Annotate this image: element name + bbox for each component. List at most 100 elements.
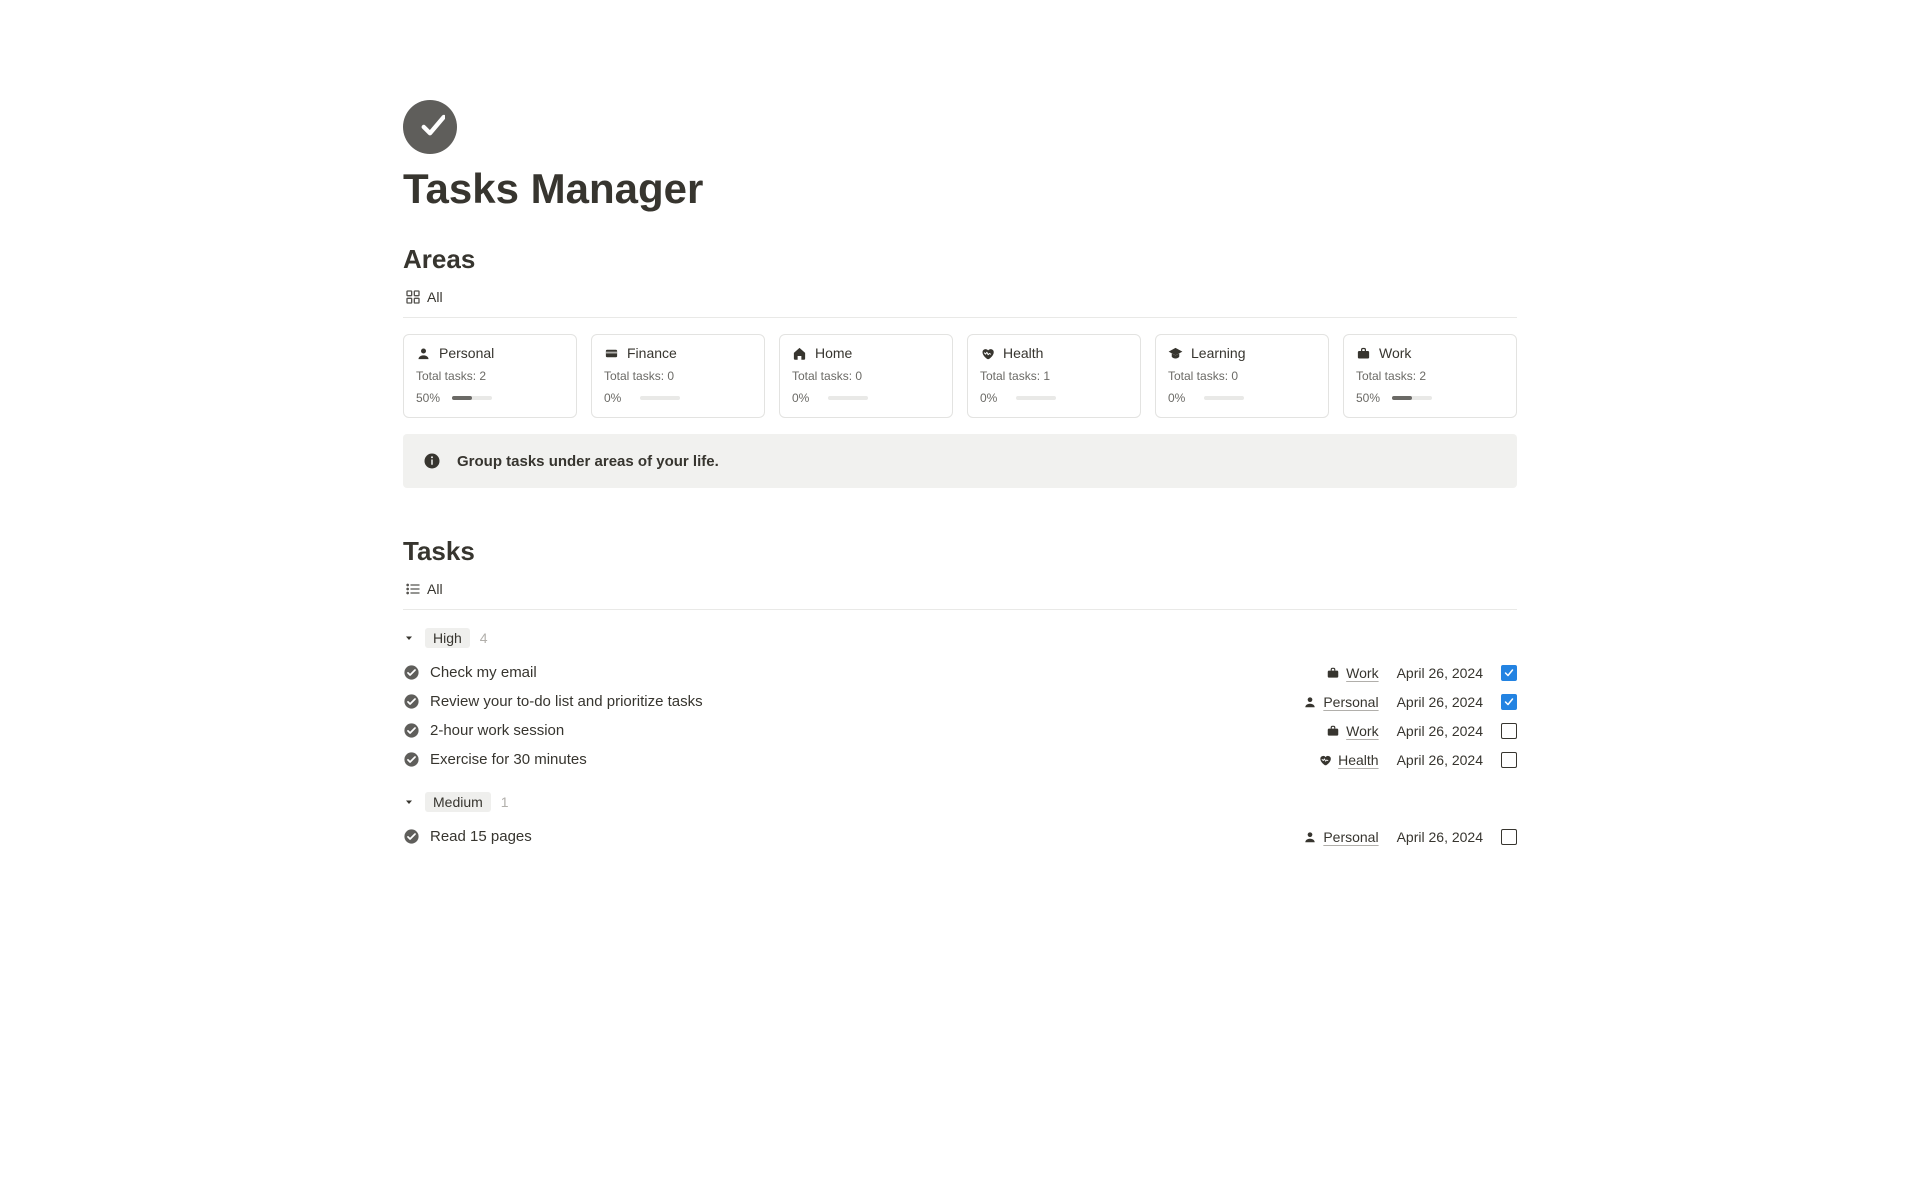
area-card-percent: 50% — [1356, 391, 1384, 405]
task-area-label: Personal — [1323, 829, 1378, 845]
area-card-name: Learning — [1191, 345, 1246, 361]
triangle-down-icon — [403, 796, 415, 808]
task-title[interactable]: Review your to-do list and prioritize ta… — [430, 693, 703, 710]
group-toggle[interactable] — [403, 796, 415, 808]
tasks-heading: Tasks — [403, 536, 1517, 567]
brief-icon — [1356, 346, 1371, 361]
area-card-percent: 0% — [604, 391, 632, 405]
area-card[interactable]: Finance Total tasks: 0 0% — [591, 334, 765, 418]
task-date: April 26, 2024 — [1397, 829, 1483, 845]
area-card[interactable]: Work Total tasks: 2 50% — [1343, 334, 1517, 418]
person-icon — [1303, 830, 1317, 844]
group-name[interactable]: Medium — [425, 792, 491, 812]
area-card-total: Total tasks: 0 — [792, 369, 940, 383]
task-title[interactable]: Read 15 pages — [430, 828, 532, 845]
person-icon — [1303, 695, 1317, 709]
grad-icon — [1168, 346, 1183, 361]
area-card-name: Work — [1379, 345, 1411, 361]
task-area-label: Work — [1346, 723, 1378, 739]
task-area-label: Work — [1346, 665, 1378, 681]
task-date: April 26, 2024 — [1397, 694, 1483, 710]
group-name[interactable]: High — [425, 628, 470, 648]
group-toggle[interactable] — [403, 632, 415, 644]
task-row: Read 15 pages Personal April 26, 2024 — [403, 822, 1517, 851]
task-date: April 26, 2024 — [1397, 665, 1483, 681]
task-date: April 26, 2024 — [1397, 723, 1483, 739]
tasks-view-tabs: All — [403, 577, 1517, 610]
area-card-total: Total tasks: 0 — [604, 369, 752, 383]
check-circle-icon — [403, 722, 420, 739]
triangle-down-icon — [403, 632, 415, 644]
tasks-view-tab-label: All — [427, 581, 443, 597]
progress-bar — [452, 396, 492, 400]
task-checkbox[interactable] — [1501, 694, 1517, 710]
check-circle-icon — [403, 664, 420, 681]
task-checkbox[interactable] — [1501, 723, 1517, 739]
areas-view-all-tab[interactable]: All — [403, 285, 445, 309]
areas-view-tabs: All — [403, 285, 1517, 318]
person-icon — [416, 346, 431, 361]
areas-callout: Group tasks under areas of your life. — [403, 434, 1517, 488]
task-area-label: Personal — [1323, 694, 1378, 710]
task-row: Check my email Work April 26, 2024 — [403, 658, 1517, 687]
card-icon — [604, 346, 619, 361]
areas-heading: Areas — [403, 244, 1517, 275]
area-card-percent: 0% — [792, 391, 820, 405]
group-count: 1 — [501, 794, 509, 810]
area-card-total: Total tasks: 2 — [1356, 369, 1504, 383]
task-title[interactable]: 2-hour work session — [430, 722, 564, 739]
group-count: 4 — [480, 630, 488, 646]
gallery-icon — [405, 289, 421, 305]
areas-view-tab-label: All — [427, 289, 443, 305]
callout-text: Group tasks under areas of your life. — [457, 453, 719, 470]
progress-bar — [640, 396, 680, 400]
check-circle-icon — [403, 828, 420, 845]
task-area-chip[interactable]: Personal — [1303, 829, 1378, 845]
area-card[interactable]: Health Total tasks: 1 0% — [967, 334, 1141, 418]
info-icon — [423, 452, 441, 470]
heart-icon — [980, 346, 995, 361]
area-card-percent: 50% — [416, 391, 444, 405]
area-card-name: Home — [815, 345, 852, 361]
page-title: Tasks Manager — [403, 164, 1517, 214]
area-card-percent: 0% — [1168, 391, 1196, 405]
brief-icon — [1326, 666, 1340, 680]
task-checkbox[interactable] — [1501, 829, 1517, 845]
page-icon — [403, 100, 457, 154]
task-title[interactable]: Check my email — [430, 664, 537, 681]
area-card-total: Total tasks: 2 — [416, 369, 564, 383]
home-icon — [792, 346, 807, 361]
area-card-name: Health — [1003, 345, 1043, 361]
area-card-percent: 0% — [980, 391, 1008, 405]
task-date: April 26, 2024 — [1397, 752, 1483, 768]
area-card[interactable]: Home Total tasks: 0 0% — [779, 334, 953, 418]
tasks-view-all-tab[interactable]: All — [403, 577, 445, 601]
task-area-chip[interactable]: Personal — [1303, 694, 1378, 710]
brief-icon — [1326, 724, 1340, 738]
task-area-chip[interactable]: Health — [1318, 752, 1378, 768]
progress-bar — [1392, 396, 1432, 400]
progress-bar — [1016, 396, 1056, 400]
check-circle-icon — [403, 751, 420, 768]
area-card[interactable]: Personal Total tasks: 2 50% — [403, 334, 577, 418]
task-row: Review your to-do list and prioritize ta… — [403, 687, 1517, 716]
area-card-name: Personal — [439, 345, 494, 361]
task-area-chip[interactable]: Work — [1326, 723, 1378, 739]
task-row: 2-hour work session Work April 26, 2024 — [403, 716, 1517, 745]
area-card-name: Finance — [627, 345, 677, 361]
task-checkbox[interactable] — [1501, 752, 1517, 768]
group-header: Medium 1 — [403, 792, 1517, 812]
area-card-total: Total tasks: 1 — [980, 369, 1128, 383]
area-card-total: Total tasks: 0 — [1168, 369, 1316, 383]
task-area-chip[interactable]: Work — [1326, 665, 1378, 681]
progress-bar — [828, 396, 868, 400]
group-header: High 4 — [403, 628, 1517, 648]
task-checkbox[interactable] — [1501, 665, 1517, 681]
progress-bar — [1204, 396, 1244, 400]
check-circle-icon — [403, 693, 420, 710]
area-card[interactable]: Learning Total tasks: 0 0% — [1155, 334, 1329, 418]
list-icon — [405, 581, 421, 597]
task-area-label: Health — [1338, 752, 1378, 768]
task-title[interactable]: Exercise for 30 minutes — [430, 751, 587, 768]
heart-icon — [1318, 753, 1332, 767]
